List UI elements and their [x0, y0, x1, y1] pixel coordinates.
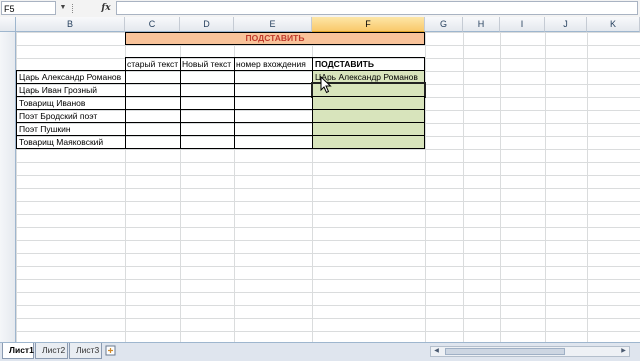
- cell-b-row2[interactable]: Царь Иван Грозный: [16, 83, 126, 97]
- sheet-tab-3[interactable]: Лист3: [69, 343, 102, 359]
- cell-e-row1[interactable]: [234, 70, 313, 84]
- cell-b-row1[interactable]: Царь Александр Романов: [16, 70, 126, 84]
- cell-c-row1[interactable]: [125, 70, 181, 84]
- cell-d-row6[interactable]: [180, 135, 235, 149]
- header-old-text[interactable]: старый текст: [125, 57, 181, 71]
- column-header-c[interactable]: C: [125, 17, 180, 32]
- cell-b-row6[interactable]: Товарищ Маяковский: [16, 135, 126, 149]
- cell-f-row3[interactable]: [312, 96, 425, 110]
- row-header-strip[interactable]: [0, 32, 16, 342]
- column-header-j[interactable]: J: [545, 17, 587, 32]
- cell-e-row4[interactable]: [234, 109, 313, 123]
- cell-b-row4[interactable]: Поэт Бродский поэт: [16, 109, 126, 123]
- cell-b-row5[interactable]: Поэт Пушкин: [16, 122, 126, 136]
- column-header-g[interactable]: G: [425, 17, 463, 32]
- insert-function-icon[interactable]: fx: [98, 1, 114, 15]
- cell-f-row5[interactable]: [312, 122, 425, 136]
- gridline: [425, 32, 426, 342]
- banner-cell[interactable]: ПОДСТАВИТЬ: [125, 32, 425, 45]
- select-all-corner[interactable]: [0, 17, 16, 32]
- column-header-h[interactable]: H: [463, 17, 500, 32]
- column-header-d[interactable]: D: [180, 17, 234, 32]
- formula-bar-splitter[interactable]: [72, 4, 77, 13]
- column-header-e[interactable]: E: [234, 17, 312, 32]
- cell-e-row2[interactable]: [234, 83, 313, 97]
- sheet-tab-2[interactable]: Лист2: [35, 343, 68, 359]
- cell-f-row6[interactable]: [312, 135, 425, 149]
- cell-e-row6[interactable]: [234, 135, 313, 149]
- cell-d-row4[interactable]: [180, 109, 235, 123]
- column-header-i[interactable]: I: [500, 17, 545, 32]
- formula-input[interactable]: [116, 1, 638, 15]
- name-box[interactable]: F5: [1, 1, 56, 15]
- cell-c-row5[interactable]: [125, 122, 181, 136]
- gridline: [545, 32, 546, 342]
- horizontal-scrollbar[interactable]: ◀ ▶: [430, 346, 630, 357]
- header-occurrence[interactable]: номер вхождения: [234, 57, 313, 71]
- chevron-down-icon[interactable]: ▼: [58, 2, 68, 14]
- cell-c-row6[interactable]: [125, 135, 181, 149]
- insert-sheet-icon[interactable]: [104, 344, 118, 357]
- cell-d-row2[interactable]: [180, 83, 235, 97]
- header-substitute[interactable]: ПОДСТАВИТЬ: [312, 57, 425, 71]
- header-new-text[interactable]: Новый текст: [180, 57, 235, 71]
- column-header-b[interactable]: B: [16, 17, 125, 32]
- mouse-pointer-icon: [320, 76, 332, 94]
- gridline: [463, 32, 464, 342]
- sheet-tabs-bar: Лист1 Лист2 Лист3 ◀ ▶: [0, 342, 640, 361]
- gridline: [500, 32, 501, 342]
- cell-d-row3[interactable]: [180, 96, 235, 110]
- cell-d-row5[interactable]: [180, 122, 235, 136]
- scroll-thumb[interactable]: [445, 348, 565, 355]
- sheet-tab-1[interactable]: Лист1: [2, 343, 34, 359]
- cell-b-row3[interactable]: Товарищ Иванов: [16, 96, 126, 110]
- scroll-right-icon[interactable]: ▶: [618, 347, 629, 356]
- gridline: [587, 32, 588, 342]
- cell-e-row3[interactable]: [234, 96, 313, 110]
- cell-f-row4[interactable]: [312, 109, 425, 123]
- column-header-k[interactable]: K: [587, 17, 640, 32]
- cell-c-row3[interactable]: [125, 96, 181, 110]
- cell-c-row2[interactable]: [125, 83, 181, 97]
- scroll-left-icon[interactable]: ◀: [431, 347, 442, 356]
- cell-d-row1[interactable]: [180, 70, 235, 84]
- cell-e-row5[interactable]: [234, 122, 313, 136]
- column-header-f[interactable]: F: [312, 17, 425, 32]
- formula-bar: F5 ▼ fx: [0, 0, 640, 18]
- cell-c-row4[interactable]: [125, 109, 181, 123]
